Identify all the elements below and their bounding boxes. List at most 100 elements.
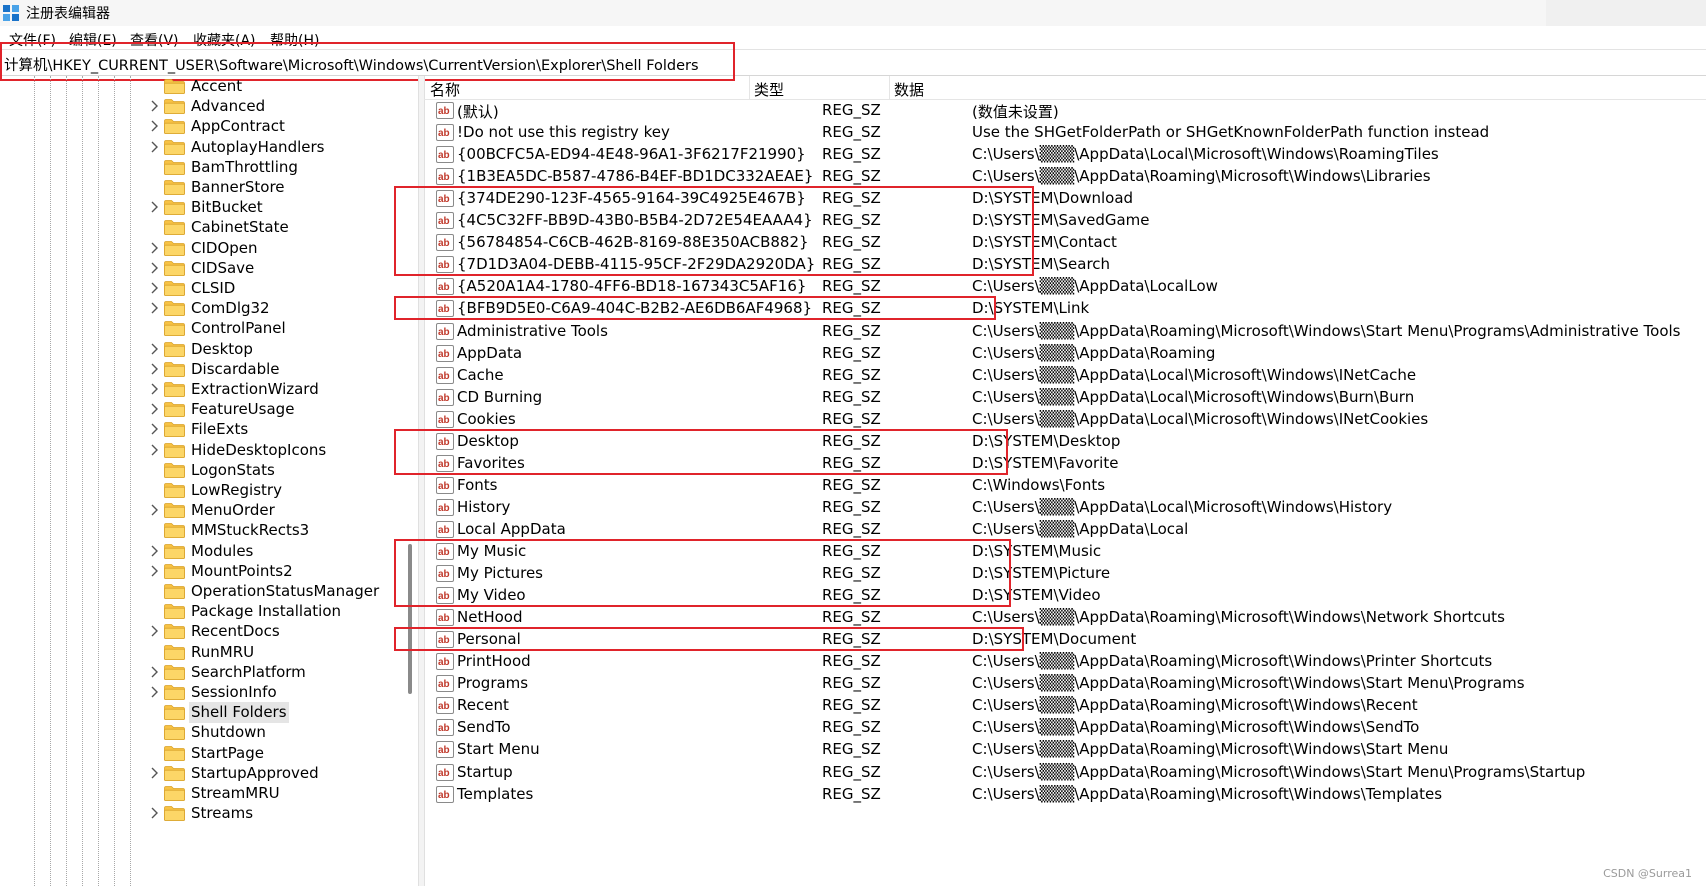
chevron-right-icon[interactable] [150,423,158,435]
value-row[interactable]: ab History REG_SZ C:\Users\▒▒▒\AppData\Loca… [424,496,1706,520]
chevron-right-icon[interactable] [150,767,158,779]
value-row[interactable]: ab NetHood REG_SZ C:\Users\▒▒▒\AppData\Roam… [424,606,1706,630]
chevron-right-icon[interactable] [150,302,158,314]
string-value-icon: ab [436,102,454,119]
value-row[interactable]: ab {1B3EA5DC-B587-4786-B4EF-BD1DC332AEAE}… [424,165,1706,189]
chevron-right-icon[interactable] [150,545,158,557]
value-row[interactable]: ab CD Burning REG_SZ C:\Users\▒▒▒\AppData\L… [424,386,1706,410]
value-name: PrintHood [457,652,531,671]
value-row[interactable]: ab Desktop REG_SZ D:\SYSTEM\Desktop [424,430,1706,454]
tree-item-label: Discardable [191,359,280,378]
tree-item-label: StreamMRU [191,784,280,802]
value-row[interactable]: ab Administrative Tools REG_SZ C:\Users\▒▒▒… [424,320,1706,344]
address-path[interactable]: 计算机\HKEY_CURRENT_USER\Software\Microsoft… [4,54,699,75]
column-header: 名称 类型 数据 [424,76,1706,100]
value-row[interactable]: ab Cache REG_SZ C:\Users\▒▒▒\AppData\Local\… [424,364,1706,388]
chevron-right-icon[interactable] [150,363,158,375]
chevron-right-icon[interactable] [150,100,158,112]
value-row[interactable]: ab Programs REG_SZ C:\Users\▒▒▒\AppData\Roa… [424,672,1706,696]
chevron-right-icon[interactable] [150,403,158,415]
value-name: Templates [457,784,534,803]
value-row[interactable]: ab (默认) REG_SZ (数值未设置) [424,99,1706,123]
string-value-icon: ab [436,785,454,803]
tree-item-label: AutoplayHandlers [191,137,325,156]
value-row[interactable]: ab PrintHood REG_SZ C:\Users\▒▒▒\AppData\Ro… [424,650,1706,674]
menu-favorites[interactable]: 收藏夹(A) [193,30,256,50]
tree-scrollbar-thumb[interactable] [408,544,412,694]
window-controls[interactable] [1546,0,1706,26]
chevron-right-icon[interactable] [150,565,158,577]
string-value-icon: ab [436,587,454,605]
value-row[interactable]: ab Personal REG_SZ D:\SYSTEM\Document [424,628,1706,652]
value-row[interactable]: ab {56784854-C6CB-462B-8169-88E350ACB882}… [424,231,1706,255]
value-row[interactable]: ab {BFB9D5E0-C6A9-404C-B2B2-AE6DB6AF4968}… [424,297,1706,321]
svg-text:ab: ab [438,150,450,161]
value-type: REG_SZ [822,453,881,472]
value-row[interactable]: ab {374DE290-123F-4565-9164-39C4925E467B}… [424,187,1706,211]
value-name: !Do not use this registry key [457,123,670,142]
value-row[interactable]: ab {A520A1A4-1780-4FF6-BD18-167343C5AF16}… [424,275,1706,299]
menu-help[interactable]: 帮助(H) [270,30,319,50]
chevron-right-icon[interactable] [150,343,158,355]
value-row[interactable]: ab Start Menu REG_SZ C:\Users\▒▒▒\AppData\R… [424,738,1706,762]
chevron-right-icon[interactable] [150,666,158,678]
chevron-right-icon[interactable] [150,242,158,254]
value-name: {1B3EA5DC-B587-4786-B4EF-BD1DC332AEAE} [457,167,814,186]
value-row[interactable]: ab {4C5C32FF-BB9D-43B0-B5B4-2D72E54EAAA4}… [424,209,1706,233]
value-row[interactable]: ab My Video REG_SZ D:\SYSTEM\Video [424,584,1706,608]
chevron-right-icon[interactable] [150,120,158,132]
value-data: C:\Users\▒▒▒\AppData\Local\Microsoft\Win… [972,409,1429,428]
value-type: REG_SZ [822,145,881,164]
menu-view[interactable]: 查看(V) [130,30,179,50]
chevron-right-icon[interactable] [150,141,158,153]
chevron-right-icon[interactable] [150,686,158,698]
chevron-right-icon[interactable] [150,201,158,213]
chevron-right-icon[interactable] [150,807,158,819]
value-data: C:\Users\▒▒▒\AppData\Local\Microsoft\Win… [972,387,1415,406]
svg-text:ab: ab [438,701,450,712]
folder-icon [164,301,185,317]
value-row[interactable]: ab SendTo REG_SZ C:\Users\▒▒▒\AppData\Roami… [424,716,1706,740]
value-row[interactable]: ab Favorites REG_SZ D:\SYSTEM\Favorite [424,452,1706,476]
value-row[interactable]: ab Cookies REG_SZ C:\Users\▒▒▒\AppData\Loca… [424,408,1706,432]
value-row[interactable]: ab My Music REG_SZ D:\SYSTEM\Music [424,540,1706,564]
tree-item-label: SessionInfo [191,683,277,701]
value-row[interactable]: ab Fonts REG_SZ C:\Windows\Fonts [424,474,1706,498]
chevron-right-icon[interactable] [150,444,158,456]
svg-text:ab: ab [438,569,450,580]
value-row[interactable]: ab {00BCFC5A-ED94-4E48-96A1-3F6217F21990}… [424,143,1706,167]
folder-icon [164,462,185,478]
folder-icon [164,139,185,155]
value-row[interactable]: ab Recent REG_SZ C:\Users\▒▒▒\AppData\Roami… [424,694,1706,718]
column-separator[interactable] [889,76,890,99]
value-row[interactable]: ab Templates REG_SZ C:\Users\▒▒▒\AppData\Ro… [424,783,1706,807]
chevron-right-icon[interactable] [150,504,158,516]
value-row[interactable]: ab !Do not use this registry key REG_SZ Use… [424,121,1706,145]
column-data-header[interactable]: 数据 [894,79,924,100]
chevron-right-icon[interactable] [150,383,158,395]
value-name: {7D1D3A04-DEBB-4115-95CF-2F29DA2920DA} [457,255,816,274]
value-name: Local AppData [457,519,566,538]
value-row[interactable]: ab AppData REG_SZ C:\Users\▒▒▒\AppData\Roam… [424,342,1706,366]
tree-item-label: Shell Folders [189,702,289,724]
value-data: C:\Users\▒▒▒\AppData\Roaming [972,343,1216,362]
menu-edit[interactable]: 编辑(E) [69,30,117,50]
value-row[interactable]: ab Startup REG_SZ C:\Users\▒▒▒\AppData\Roam… [424,761,1706,785]
tree-item-label: Shutdown [191,723,266,742]
value-row[interactable]: ab Local AppData REG_SZ C:\Users\▒▒▒\AppDat… [424,518,1706,542]
column-separator[interactable] [749,76,750,99]
column-type-header[interactable]: 类型 [754,79,784,100]
tree-guide-line [130,76,131,886]
tree-item-label: Desktop [191,339,253,358]
chevron-right-icon[interactable] [150,282,158,294]
tree-scrollbar[interactable] [408,76,412,886]
address-bar[interactable]: 计算机\HKEY_CURRENT_USER\Software\Microsoft… [0,49,1706,76]
menu-file[interactable]: 文件(F) [9,30,56,50]
value-row[interactable]: ab {7D1D3A04-DEBB-4115-95CF-2F29DA2920DA}… [424,253,1706,277]
folder-icon [164,361,185,377]
window-title: 注册表编辑器 [26,6,110,22]
chevron-right-icon[interactable] [150,625,158,637]
column-name-header[interactable]: 名称 [430,79,460,100]
value-row[interactable]: ab My Pictures REG_SZ D:\SYSTEM\Picture [424,562,1706,586]
chevron-right-icon[interactable] [150,262,158,274]
